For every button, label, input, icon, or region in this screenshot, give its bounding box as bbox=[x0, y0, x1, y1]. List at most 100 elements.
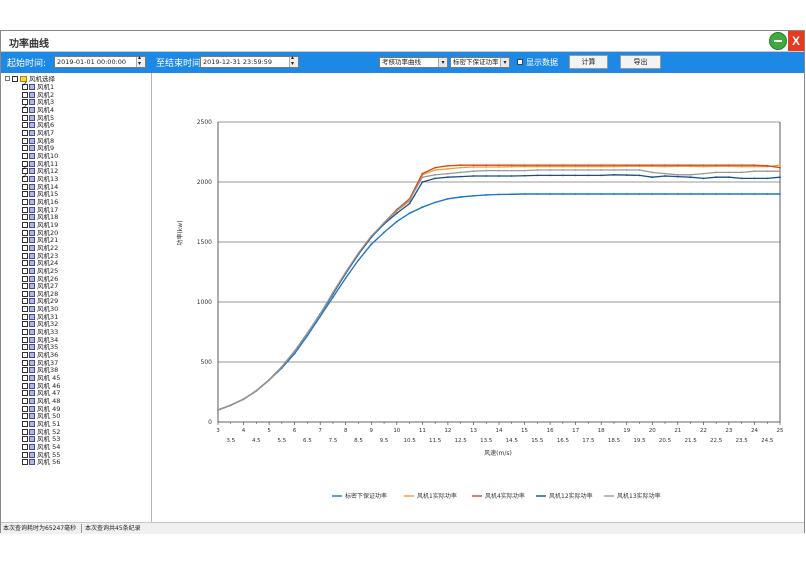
turbine-checkbox[interactable] bbox=[22, 145, 28, 152]
turbine-checkbox[interactable] bbox=[22, 206, 28, 213]
turbine-icon bbox=[29, 244, 35, 251]
density-type-select[interactable]: 标密下保证功率 ▾ bbox=[450, 57, 510, 68]
start-time-spinner[interactable] bbox=[136, 54, 145, 67]
minimize-icon[interactable] bbox=[769, 32, 787, 50]
end-time-input[interactable]: 2019-12-31 23:59:59 bbox=[200, 54, 299, 68]
x-tick-label: 14 bbox=[496, 428, 503, 434]
close-button[interactable]: X bbox=[788, 31, 804, 51]
turbine-checkbox[interactable] bbox=[22, 398, 28, 405]
turbine-checkbox[interactable] bbox=[22, 428, 28, 435]
data-point bbox=[766, 164, 769, 167]
data-point bbox=[664, 193, 666, 195]
legend-label: 风机4实际功率 bbox=[485, 492, 525, 500]
data-point bbox=[306, 332, 309, 335]
data-point bbox=[779, 166, 781, 169]
x-tick-label: 4 bbox=[242, 428, 246, 434]
x-tick-label: 3 bbox=[216, 428, 220, 434]
data-point bbox=[549, 193, 551, 195]
start-time-value: 2019-01-01 00:00:00 bbox=[57, 58, 127, 66]
turbine-checkbox[interactable] bbox=[22, 298, 28, 305]
data-point bbox=[447, 197, 449, 200]
turbine-checkbox[interactable] bbox=[22, 413, 28, 420]
turbine-checkbox[interactable] bbox=[22, 122, 28, 129]
turbine-checkbox[interactable] bbox=[22, 81, 28, 90]
data-point bbox=[447, 167, 449, 170]
turbine-checkbox[interactable] bbox=[22, 198, 28, 205]
turbine-icon bbox=[29, 237, 35, 244]
turbine-checkbox[interactable] bbox=[22, 367, 28, 374]
turbine-checkbox[interactable] bbox=[22, 405, 28, 412]
turbine-checkbox[interactable] bbox=[22, 191, 28, 198]
data-point bbox=[242, 398, 245, 401]
turbine-icon bbox=[29, 321, 35, 328]
show-data-checkbox[interactable] bbox=[517, 59, 523, 65]
turbine-checkbox[interactable] bbox=[22, 459, 28, 466]
turbine-checkbox[interactable] bbox=[22, 237, 28, 244]
turbine-tree: 风机选择 风机1风机2风机3风机4风机5风机6风机7风机8风机9风机10风机11… bbox=[1, 73, 152, 522]
turbine-checkbox[interactable] bbox=[22, 290, 28, 297]
turbine-checkbox[interactable] bbox=[22, 275, 28, 282]
turbine-checkbox[interactable] bbox=[22, 390, 28, 397]
turbine-checkbox[interactable] bbox=[22, 444, 28, 451]
end-time-value: 2019-12-31 23:59:59 bbox=[203, 58, 273, 66]
turbine-checkbox[interactable] bbox=[22, 152, 28, 159]
calculate-button[interactable]: 计算 bbox=[569, 55, 608, 69]
turbine-checkbox[interactable] bbox=[22, 375, 28, 382]
data-point bbox=[779, 164, 781, 167]
x-tick-label: 11 bbox=[419, 428, 426, 434]
turbine-checkbox[interactable] bbox=[22, 91, 28, 98]
turbine-checkbox[interactable] bbox=[22, 321, 28, 328]
turbine-checkbox[interactable] bbox=[22, 267, 28, 274]
turbine-checkbox[interactable] bbox=[22, 214, 28, 221]
turbine-checkbox[interactable] bbox=[22, 129, 28, 136]
turbine-checkbox[interactable] bbox=[22, 329, 28, 336]
turbine-icon bbox=[29, 444, 35, 451]
turbine-checkbox[interactable] bbox=[22, 344, 28, 351]
data-point bbox=[689, 173, 692, 176]
data-point bbox=[728, 176, 730, 179]
chevron-down-icon[interactable]: ▾ bbox=[438, 58, 447, 67]
export-button[interactable]: 导出 bbox=[620, 55, 661, 69]
turbine-checkbox[interactable] bbox=[22, 313, 28, 320]
turbine-checkbox[interactable] bbox=[22, 352, 28, 359]
record-count-status: 本次查询共45条纪录 bbox=[85, 525, 141, 532]
x-tick-label: 17.5 bbox=[582, 438, 595, 444]
turbine-checkbox[interactable] bbox=[22, 221, 28, 228]
tree-root[interactable]: 风机选择 bbox=[5, 75, 55, 83]
turbine-checkbox[interactable] bbox=[22, 451, 28, 458]
x-tick-label: 19 bbox=[623, 428, 630, 434]
y-tick-label: 500 bbox=[201, 359, 213, 366]
data-point bbox=[753, 177, 756, 180]
data-point bbox=[319, 313, 322, 315]
root-checkbox[interactable] bbox=[12, 76, 18, 82]
turbine-checkbox[interactable] bbox=[22, 114, 28, 121]
turbine-checkbox[interactable] bbox=[22, 104, 28, 113]
turbine-checkbox[interactable] bbox=[22, 137, 28, 144]
x-tick-label: 7 bbox=[318, 428, 322, 434]
tree-item[interactable]: 风机 56 bbox=[22, 459, 60, 467]
x-tick-label: 8.5 bbox=[354, 438, 363, 444]
turbine-checkbox[interactable] bbox=[22, 436, 28, 443]
turbine-checkbox[interactable] bbox=[22, 260, 28, 267]
turbine-checkbox[interactable] bbox=[22, 283, 28, 290]
turbine-checkbox[interactable] bbox=[22, 244, 28, 251]
turbine-checkbox[interactable] bbox=[22, 229, 28, 236]
turbine-checkbox[interactable] bbox=[22, 306, 28, 313]
turbine-checkbox[interactable] bbox=[22, 336, 28, 343]
turbine-checkbox[interactable] bbox=[22, 173, 28, 182]
curve-type-select[interactable]: 考核功率曲线 ▾ bbox=[379, 57, 448, 68]
turbine-checkbox[interactable] bbox=[22, 183, 28, 190]
end-time-spinner[interactable] bbox=[289, 54, 298, 67]
turbine-checkbox[interactable] bbox=[22, 252, 28, 259]
turbine-checkbox[interactable] bbox=[22, 421, 28, 428]
data-point bbox=[472, 164, 475, 167]
x-tick-label: 14.5 bbox=[506, 438, 519, 444]
start-time-input[interactable]: 2019-01-01 00:00:00 bbox=[54, 54, 146, 68]
y-tick-label: 0 bbox=[208, 419, 212, 426]
chevron-down-icon[interactable]: ▾ bbox=[500, 58, 509, 67]
turbine-checkbox[interactable] bbox=[22, 359, 28, 366]
expand-icon[interactable] bbox=[5, 76, 10, 81]
chart-series bbox=[217, 164, 781, 411]
turbine-checkbox[interactable] bbox=[22, 382, 28, 389]
data-point bbox=[702, 193, 705, 195]
